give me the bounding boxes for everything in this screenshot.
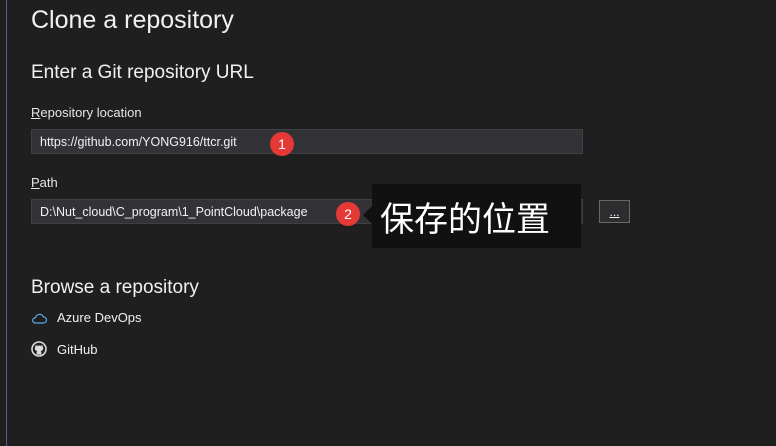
browse-item-label: Azure DevOps — [57, 310, 142, 325]
tooltip-arrow — [363, 206, 372, 224]
repo-location-value: https://github.com/YONG916/ttcr.git — [40, 134, 237, 149]
browse-section-title: Browse a repository — [31, 277, 199, 298]
github-icon — [31, 341, 47, 357]
clone-section-title: Enter a Git repository URL — [31, 62, 254, 83]
window-edge — [0, 0, 7, 446]
browse-item-label: GitHub — [57, 341, 98, 357]
browse-item-azure-devops[interactable]: Azure DevOps — [31, 310, 142, 325]
repo-location-input[interactable]: https://github.com/YONG916/ttcr.git — [31, 129, 583, 154]
annotation-tooltip: 保存的位置 — [372, 184, 581, 248]
path-label: Path — [31, 175, 58, 190]
annotation-badge-1: 1 — [270, 132, 294, 156]
cloud-icon — [32, 313, 47, 324]
repo-location-label: Repository location — [31, 105, 142, 120]
browse-item-github[interactable]: GitHub — [31, 341, 97, 357]
path-value: D:\Nut_cloud\C_program\1_PointCloud\pack… — [40, 204, 308, 219]
browse-button-label: ... — [609, 204, 620, 219]
browse-path-button[interactable]: ... — [599, 200, 630, 223]
annotation-badge-2: 2 — [336, 202, 360, 226]
page-title: Clone a repository — [31, 6, 234, 34]
